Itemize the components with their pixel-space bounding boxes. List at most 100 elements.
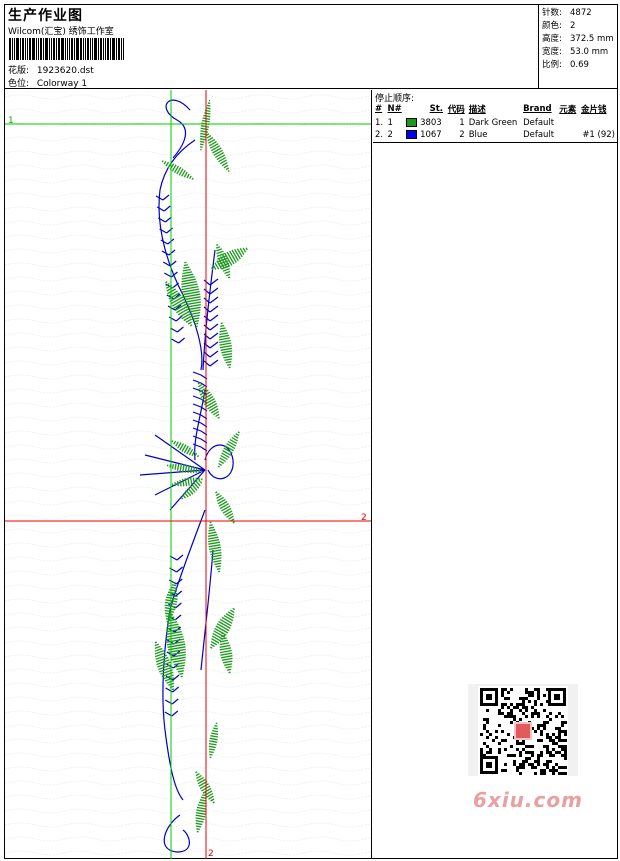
row-element (557, 116, 579, 129)
col-element: 元素 (559, 105, 577, 115)
qr-module (546, 763, 549, 766)
barcode-bar (85, 38, 86, 60)
barcode-bar (14, 38, 15, 60)
qr-module (534, 700, 537, 703)
qr-module (531, 763, 534, 766)
row-description: Dark Green (468, 117, 518, 128)
qr-module (528, 751, 531, 754)
qr-module (501, 691, 504, 694)
qr-module (558, 736, 561, 739)
barcode-bar (90, 38, 91, 60)
qr-module (486, 694, 492, 700)
qr-module (554, 694, 560, 700)
qr-module (537, 688, 540, 691)
stat-value: 2 (570, 21, 576, 31)
qr-module (528, 763, 531, 766)
qr-module (501, 730, 504, 733)
qr-module (558, 730, 561, 733)
qr-module (534, 703, 537, 706)
qr-module (486, 730, 489, 733)
qr-module (525, 760, 528, 763)
colorway-line: 色位: Colorway 1 (8, 76, 87, 89)
qr-module (537, 691, 540, 694)
guide-marker-1: 1 (8, 116, 14, 126)
qr-module (549, 751, 552, 754)
qr-module (495, 730, 498, 733)
qr-module (516, 703, 519, 706)
stat-label: 颜色: (542, 21, 562, 31)
qr-module (537, 724, 540, 727)
qr-module (549, 739, 552, 742)
qr-module (540, 772, 543, 775)
qr-module (537, 715, 540, 718)
qr-module (483, 742, 486, 745)
qr-module (564, 745, 567, 748)
qr-module (543, 745, 546, 748)
barcode-bar (69, 38, 70, 60)
qr-module (525, 751, 528, 754)
row-code: 2 (445, 129, 467, 143)
barcode-bar (27, 38, 28, 60)
qr-module (486, 745, 489, 748)
qr-module (507, 697, 510, 700)
qr-module (504, 763, 507, 766)
qr-module (486, 718, 489, 721)
qr-module (510, 688, 513, 691)
design-canvas[interactable]: 1 2 2 (5, 90, 372, 859)
qr-module (513, 763, 516, 766)
qr-module (510, 703, 513, 706)
qr-module (555, 727, 558, 730)
barcode-bar (100, 38, 102, 60)
stop-sequence-table: # N# St. 代码 描述 Brand 元素 金片钱 1. 1 3803 1 … (373, 102, 617, 143)
barcode-bar (58, 38, 60, 60)
col-index: # (375, 104, 383, 114)
col-stitches: St. (429, 104, 443, 114)
qr-module (525, 757, 528, 760)
barcode-bar (56, 38, 57, 60)
qr-module (543, 709, 546, 712)
qr-module (489, 733, 492, 736)
company-name: Wilcom(汇宝) 绣饰工作室 (8, 27, 114, 37)
header-info: 生产作业图 Wilcom(汇宝) 绣饰工作室 花版: 1923620.dst 色… (5, 5, 539, 89)
qr-module (486, 709, 489, 712)
qr-module (561, 748, 564, 751)
stat-width: 宽度: 53.0 mm (542, 45, 608, 57)
qr-module (519, 766, 522, 769)
qr-module (543, 724, 546, 727)
stat-value: 0.69 (570, 60, 589, 70)
qr-module (555, 769, 558, 772)
qr-module (519, 697, 522, 700)
qr-module (552, 733, 555, 736)
qr-module (564, 730, 567, 733)
color-swatch (406, 130, 418, 140)
qr-module (519, 772, 522, 775)
qr-module (564, 751, 567, 754)
qr-module (516, 706, 519, 709)
barcode-bar (32, 38, 35, 60)
qr-module (522, 700, 525, 703)
qr-module (564, 766, 567, 769)
table-row[interactable]: 2. 2 1067 2 Blue Default #1 (92) (373, 129, 617, 143)
qr-module (507, 733, 510, 736)
qr-module (555, 742, 558, 745)
qr-module (513, 754, 516, 757)
qr-module (531, 766, 534, 769)
qr-module (561, 715, 564, 718)
qr-module (480, 751, 483, 754)
table-row[interactable]: 1. 1 3803 1 Dark Green Default (373, 116, 617, 129)
qr-module (555, 763, 558, 766)
qr-module (537, 712, 540, 715)
qr-module (552, 772, 555, 775)
barcode-bar (29, 38, 31, 60)
qr-module (552, 739, 555, 742)
qr-module (501, 712, 504, 715)
row-needle: 2 (385, 129, 405, 143)
qr-module (519, 751, 522, 754)
qr-module (522, 763, 525, 766)
qr-module (525, 697, 528, 700)
qr-module (552, 754, 555, 757)
stat-value: 372.5 mm (570, 34, 614, 44)
row-code: 1 (459, 117, 465, 128)
qr-module (504, 697, 507, 700)
qr-module (504, 748, 507, 751)
